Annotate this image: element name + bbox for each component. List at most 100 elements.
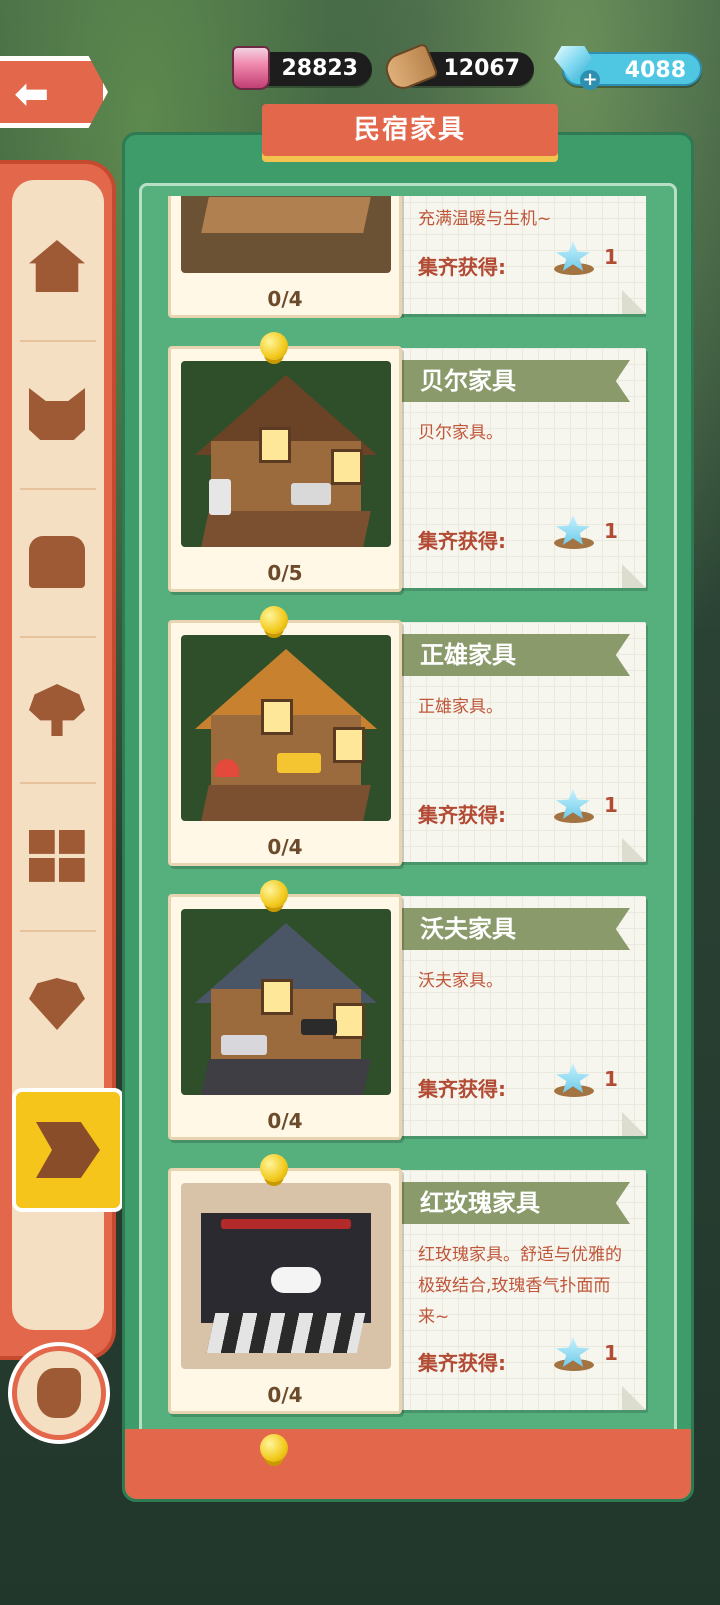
house-window — [261, 699, 293, 735]
ink-counter: 28823 — [232, 46, 372, 90]
reward-count: 1 — [604, 1067, 618, 1091]
house-floor — [201, 511, 371, 547]
pink-ink-bottle-icon — [232, 46, 270, 90]
card-description: 红玫瑰家具。舒适与优雅的极致结合,玫瑰香气扑面而来~ — [418, 1245, 622, 1327]
cat-icon — [29, 388, 85, 440]
gem-counter[interactable]: + 4088 — [554, 46, 702, 90]
tab-cat[interactable] — [14, 344, 100, 484]
reward-label: 集齐获得: — [418, 255, 506, 279]
pushpin-icon — [260, 1154, 288, 1182]
reward-label: 集齐获得: — [418, 529, 506, 553]
rose-garland — [221, 1219, 351, 1229]
furniture-card-zhengxiong[interactable]: 0/4 正雄家具 正雄家具。 集齐获得: 1 — [168, 606, 646, 866]
bathtub — [271, 1267, 321, 1293]
reward-count: 1 — [604, 519, 618, 543]
card-description: 正雄家具。 — [418, 697, 503, 717]
card-photo: 0/4 — [168, 1168, 402, 1414]
reward-row: 集齐获得: 1 — [418, 1337, 618, 1376]
tab-tree[interactable] — [14, 640, 100, 780]
card-title: 正雄家具 — [394, 634, 630, 676]
pushpin-icon — [260, 606, 288, 634]
pointing-hand-icon — [37, 1368, 81, 1418]
reward-label: 集齐获得: — [418, 803, 506, 827]
reward-row: 集齐获得: 1 — [418, 515, 618, 554]
tab-divider — [20, 782, 96, 784]
fridge — [209, 479, 231, 515]
gem-value: 4088 — [624, 58, 686, 83]
room-image — [181, 635, 391, 821]
tab-chest[interactable] — [14, 492, 100, 632]
pushpin-icon — [260, 1434, 288, 1462]
tab-divider — [20, 340, 96, 342]
pushpin-icon — [260, 880, 288, 908]
house-floor — [201, 785, 371, 821]
reward-label: 集齐获得: — [418, 1351, 506, 1375]
tab-divider — [20, 488, 96, 490]
house-window — [333, 727, 365, 763]
grid-icon — [29, 830, 85, 882]
chest-icon — [29, 536, 85, 588]
wood-value: 12067 — [443, 56, 520, 81]
house-floor — [201, 1059, 371, 1095]
furniture-card-bell[interactable]: 0/5 贝尔家具 贝尔家具。 集齐获得: 1 — [168, 332, 646, 592]
collection-progress: 0/4 — [267, 287, 303, 311]
reward-count: 1 — [604, 245, 618, 269]
card-photo: 0/4 — [168, 620, 402, 866]
bed — [221, 1035, 267, 1055]
reward-row: 集齐获得: 1 — [418, 241, 618, 280]
reward-row: 集齐获得: 1 — [418, 789, 618, 828]
house-window — [261, 979, 293, 1015]
collection-progress: 0/4 — [267, 835, 303, 859]
add-gems-button[interactable]: + — [580, 70, 600, 90]
house-window — [259, 427, 291, 463]
collection-progress: 0/5 — [267, 561, 303, 585]
card-paper: 贝尔家具 贝尔家具。 集齐获得: 1 — [394, 348, 646, 588]
furniture-card-wolf[interactable]: 0/4 沃夫家具 沃夫家具。 集齐获得: 1 — [168, 880, 646, 1140]
furniture-card-red-rose[interactable]: 0/4 红玫瑰家具 红玫瑰家具。舒适与优雅的极致结合,玫瑰香气扑面而来~ 集齐获… — [168, 1154, 646, 1414]
reward-count: 1 — [604, 793, 618, 817]
reward-row: 集齐获得: 1 — [418, 1063, 618, 1102]
card-photo: 0/4 — [168, 894, 402, 1140]
tab-grid[interactable] — [14, 786, 100, 926]
card-paper: 红玫瑰家具 红玫瑰家具。舒适与优雅的极致结合,玫瑰香气扑面而来~ 集齐获得: 1 — [394, 1170, 646, 1410]
house-icon — [29, 240, 85, 292]
page-title: 民宿家具 — [262, 104, 558, 156]
wood-counter: 12067 — [381, 42, 534, 94]
pushpin-icon — [260, 332, 288, 360]
tab-divider — [20, 930, 96, 932]
tab-shell[interactable] — [14, 934, 100, 1074]
collection-progress: 0/4 — [267, 1109, 303, 1133]
tab-house[interactable] — [14, 196, 100, 336]
card-title: 贝尔家具 — [394, 360, 630, 402]
tab-furniture-active[interactable] — [12, 1088, 124, 1212]
card-title: 红玫瑰家具 — [394, 1182, 630, 1224]
card-description: 充满温暖与生机~ — [418, 209, 552, 229]
card-paper: 沃夫家具 沃夫家具。 集齐获得: 1 — [394, 896, 646, 1136]
furniture-tag-icon — [36, 1122, 100, 1178]
ink-value: 28823 — [281, 56, 358, 81]
reward-count: 1 — [604, 1341, 618, 1365]
collection-progress: 0/4 — [267, 1383, 303, 1407]
card-description: 沃夫家具。 — [418, 971, 503, 991]
rainbow-toy — [215, 759, 239, 777]
back-button[interactable]: ⬅ — [0, 56, 108, 128]
panel-footer — [125, 1429, 691, 1499]
room-floor — [201, 197, 371, 233]
hand-button[interactable] — [8, 1342, 110, 1444]
house-window — [331, 449, 363, 485]
tab-divider — [20, 636, 96, 638]
hand-button-inner — [17, 1351, 101, 1435]
card-photo: 0/5 — [168, 346, 402, 592]
desk — [301, 1019, 337, 1035]
card-paper: 正雄家具 正雄家具。 集齐获得: 1 — [394, 622, 646, 862]
room-image — [181, 361, 391, 547]
reward-label: 集齐获得: — [418, 1077, 506, 1101]
room-image — [181, 909, 391, 1095]
checkered-floor — [206, 1313, 366, 1353]
card-description: 贝尔家具。 — [418, 423, 503, 443]
card-title: 沃夫家具 — [394, 908, 630, 950]
shell-icon — [29, 978, 85, 1030]
bed — [291, 483, 331, 505]
house-window — [333, 1003, 365, 1039]
room-image — [181, 1183, 391, 1369]
